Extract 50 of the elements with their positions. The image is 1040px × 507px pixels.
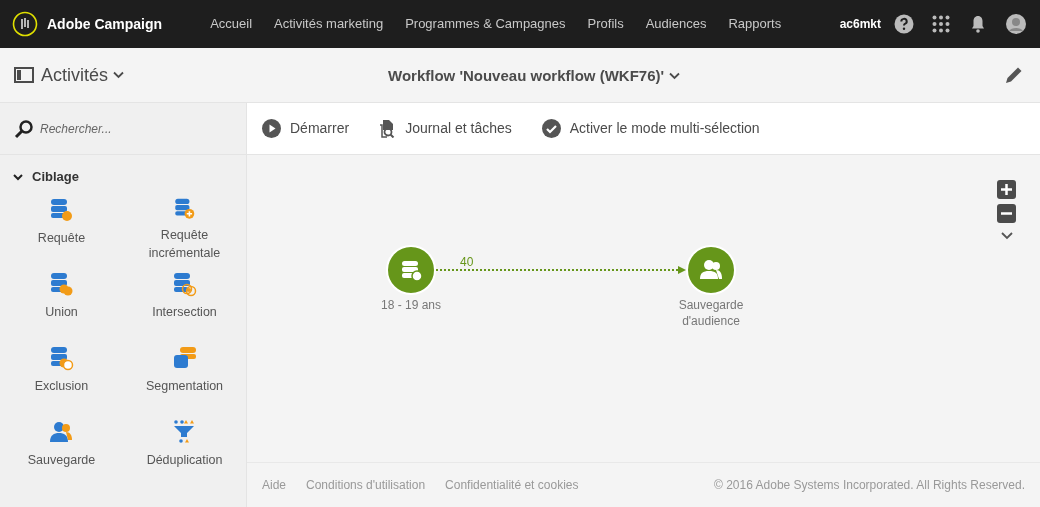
- chevron-icon: [669, 72, 681, 81]
- transition-count: 40: [460, 254, 474, 271]
- audience-node[interactable]: [686, 245, 736, 295]
- node-label: 18 - 19 ans: [379, 297, 442, 313]
- database-circles-icon: [171, 270, 198, 297]
- activity-item[interactable]: Segmentation: [123, 344, 246, 410]
- toolbar-button[interactable]: Journal et tâches: [379, 118, 512, 139]
- nav-link[interactable]: Programmes & Campagnes: [405, 14, 566, 34]
- copyright-text: © 2016 Adobe Systems Incorporated. All Rights Reserved.: [714, 477, 1025, 494]
- node-label: Sauvegarde d'audience: [677, 297, 745, 329]
- chevron-icon: [113, 71, 125, 79]
- help-icon[interactable]: [894, 14, 914, 34]
- search-icon: [14, 118, 34, 139]
- check-circle-icon: [541, 119, 561, 138]
- activity-item[interactable]: Sauvegarde: [0, 418, 123, 484]
- activity-item[interactable]: Requête: [0, 196, 123, 262]
- database-icon: [48, 196, 75, 223]
- panel-icon[interactable]: [14, 67, 34, 83]
- section-heading[interactable]: Ciblage: [32, 167, 79, 187]
- zoom-in-icon[interactable]: [997, 180, 1016, 199]
- document-search-icon: [379, 119, 397, 138]
- nav-link[interactable]: Rapports: [728, 14, 782, 34]
- nav-link[interactable]: Audiences: [645, 14, 707, 34]
- search-field[interactable]: Rechercher...: [40, 119, 230, 138]
- zoom-out-icon[interactable]: [997, 204, 1016, 223]
- panel-dropdown[interactable]: Activités: [41, 61, 125, 89]
- avatar-icon[interactable]: [1006, 14, 1026, 34]
- nav-link[interactable]: Accueil: [210, 14, 253, 34]
- user-name[interactable]: ac6mkt: [839, 15, 881, 33]
- activity-item[interactable]: Requête incrémentale: [123, 196, 246, 262]
- stacked-discs-icon: [171, 344, 198, 371]
- app-name: Adobe Campaign: [47, 14, 163, 34]
- nav-link[interactable]: Activités marketing: [274, 14, 384, 34]
- toolbar-button[interactable]: Démarrer: [262, 118, 350, 139]
- workflow-title-dropdown[interactable]: Workflow 'Nouveau workflow (WKF76)': [388, 65, 681, 88]
- logo-icon: [12, 11, 38, 37]
- edit-icon[interactable]: [1005, 66, 1023, 84]
- activity-item[interactable]: Union: [0, 270, 123, 336]
- apps-grid-icon[interactable]: [932, 15, 950, 33]
- database-circles-icon: [48, 344, 75, 371]
- query-node[interactable]: [386, 245, 436, 295]
- database-circles-icon: [48, 270, 75, 297]
- activity-item[interactable]: Intersection: [123, 270, 246, 336]
- activity-item[interactable]: Déduplication: [123, 418, 246, 484]
- bell-icon[interactable]: [971, 15, 985, 33]
- toolbar-button[interactable]: Activer le mode multi-sélection: [541, 118, 760, 139]
- nav-link[interactable]: Profils: [587, 14, 624, 34]
- play-icon: [262, 119, 281, 138]
- chevron-icon[interactable]: [1000, 232, 1013, 240]
- activity-item[interactable]: Exclusion: [0, 344, 123, 410]
